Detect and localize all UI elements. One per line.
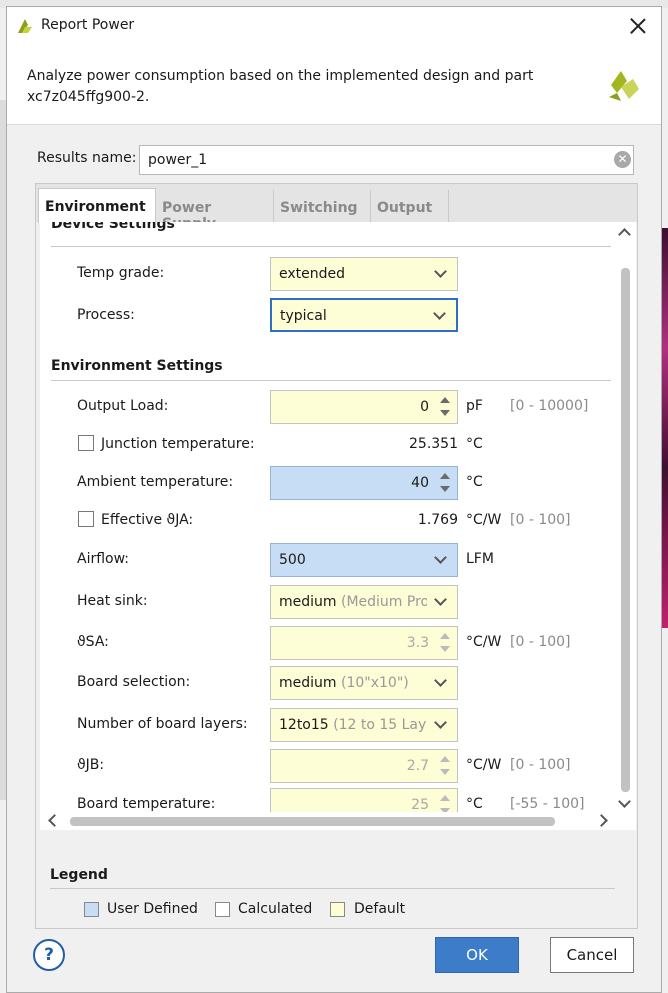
chevron-down-icon [434,551,447,564]
spinner-arrows-icon[interactable] [439,471,451,495]
environment-settings-heading: Environment Settings [51,358,223,374]
effective-theta-ja-range: [0 - 100] [510,512,571,528]
theta-sa-unit: °C/W [466,634,502,650]
theta-sa-range: [0 - 100] [510,634,571,650]
chevron-down-icon [433,307,446,320]
results-name-label: Results name: [37,150,137,166]
horizontal-scrollbar[interactable] [40,812,616,830]
effective-theta-ja-unit: °C/W [466,512,502,528]
effective-theta-ja-label: Effective ϑJA: [101,512,194,528]
spinner-arrows-icon[interactable] [439,754,451,778]
tab-output[interactable]: Output [371,190,449,222]
help-button[interactable]: ? [33,939,65,971]
board-temperature-range: [-55 - 100] [510,796,585,812]
divider [51,380,611,381]
dialog-header: Analyze power consumption based on the i… [7,45,661,125]
airflow-unit: LFM [466,551,494,567]
vertical-scrollbar[interactable] [616,222,635,812]
vivado-app-icon [18,19,32,33]
heat-sink-label: Heat sink: [77,593,148,609]
cancel-button[interactable]: Cancel [550,937,634,973]
board-selection-select[interactable]: medium (10"x10") [270,666,458,700]
dialog-description: Analyze power consumption based on the i… [27,68,534,105]
legend-heading: Legend [50,867,108,883]
junction-temperature-label: Junction temperature: [101,436,255,452]
theta-jb-label: ϑJB: [77,757,105,773]
report-power-dialog: Report Power Analyze power consumption b… [6,6,662,993]
effective-theta-ja-checkbox[interactable] [78,511,94,527]
environment-tab-content: Device Settings Temp grade: extended Pro… [40,222,636,830]
ambient-temperature-label: Ambient temperature: [77,474,234,490]
airflow-label: Airflow: [77,551,130,567]
scroll-up-icon[interactable] [618,228,631,241]
theta-jb-spinner[interactable]: 2.7 [270,749,458,783]
airflow-select[interactable]: 500 [270,543,458,577]
tab-switching[interactable]: Switching [274,190,371,222]
legend-label-default: Default [354,901,406,917]
board-layers-label: Number of board layers: [77,716,248,732]
settings-panel: Environment Power Supply Switching Outpu… [35,183,638,929]
ambient-temperature-unit: °C [466,474,483,490]
output-load-unit: pF [466,398,483,414]
board-temperature-unit: °C [466,796,483,812]
close-icon[interactable] [627,15,649,37]
effective-theta-ja-value: 1.769 [417,512,458,528]
title-bar: Report Power [7,7,661,45]
scroll-left-icon[interactable] [48,814,61,827]
process-select[interactable]: typical [270,298,458,332]
vivado-logo-icon [609,71,639,101]
tab-power-supply[interactable]: Power Supply [156,190,274,232]
legend-swatch-calculated [215,902,230,917]
chevron-down-icon [434,593,447,606]
theta-sa-label: ϑSA: [77,634,109,650]
board-layers-select[interactable]: 12to15 (12 to 15 Laye [270,708,458,742]
scroll-down-icon[interactable] [618,795,631,808]
clear-input-icon[interactable]: ✕ [614,151,631,168]
junction-temperature-unit: °C [466,436,483,452]
window-title: Report Power [41,17,135,33]
legend-swatch-default [330,902,345,917]
chevron-down-icon [434,716,447,729]
theta-jb-unit: °C/W [466,757,502,773]
temp-grade-label: Temp grade: [77,265,165,281]
legend-label-calculated: Calculated [238,901,313,917]
spinner-arrows-icon[interactable] [439,631,451,655]
legend-label-user-defined: User Defined [107,901,198,917]
process-label: Process: [77,307,135,323]
scrollbar-thumb[interactable] [70,817,555,826]
device-settings-heading: Device Settings [51,222,175,232]
temp-grade-select[interactable]: extended [270,257,458,291]
background-window-right [662,228,668,628]
junction-temperature-checkbox[interactable] [78,435,94,451]
theta-sa-spinner[interactable]: 3.3 [270,626,458,660]
scrollbar-thumb[interactable] [621,268,630,792]
results-name-input[interactable] [139,145,634,175]
tab-environment[interactable]: Environment [38,188,156,223]
output-load-label: Output Load: [77,398,169,414]
chevron-down-icon [434,265,447,278]
output-load-spinner[interactable]: 0 [270,390,458,424]
junction-temperature-value: 25.351 [409,436,458,452]
ok-button[interactable]: OK [435,937,519,973]
divider [51,246,611,247]
board-temperature-label: Board temperature: [77,796,216,812]
board-selection-label: Board selection: [77,674,191,690]
divider [50,888,615,889]
ambient-temperature-spinner[interactable]: 40 [270,466,458,500]
spinner-arrows-icon[interactable] [439,395,451,419]
heat-sink-select[interactable]: medium (Medium Pro [270,585,458,619]
chevron-down-icon [434,674,447,687]
theta-jb-range: [0 - 100] [510,757,571,773]
legend-swatch-user-defined [84,902,99,917]
output-load-range: [0 - 10000] [510,398,589,414]
scroll-right-icon[interactable] [595,814,608,827]
tab-bar: Environment Power Supply Switching Outpu… [36,184,637,232]
